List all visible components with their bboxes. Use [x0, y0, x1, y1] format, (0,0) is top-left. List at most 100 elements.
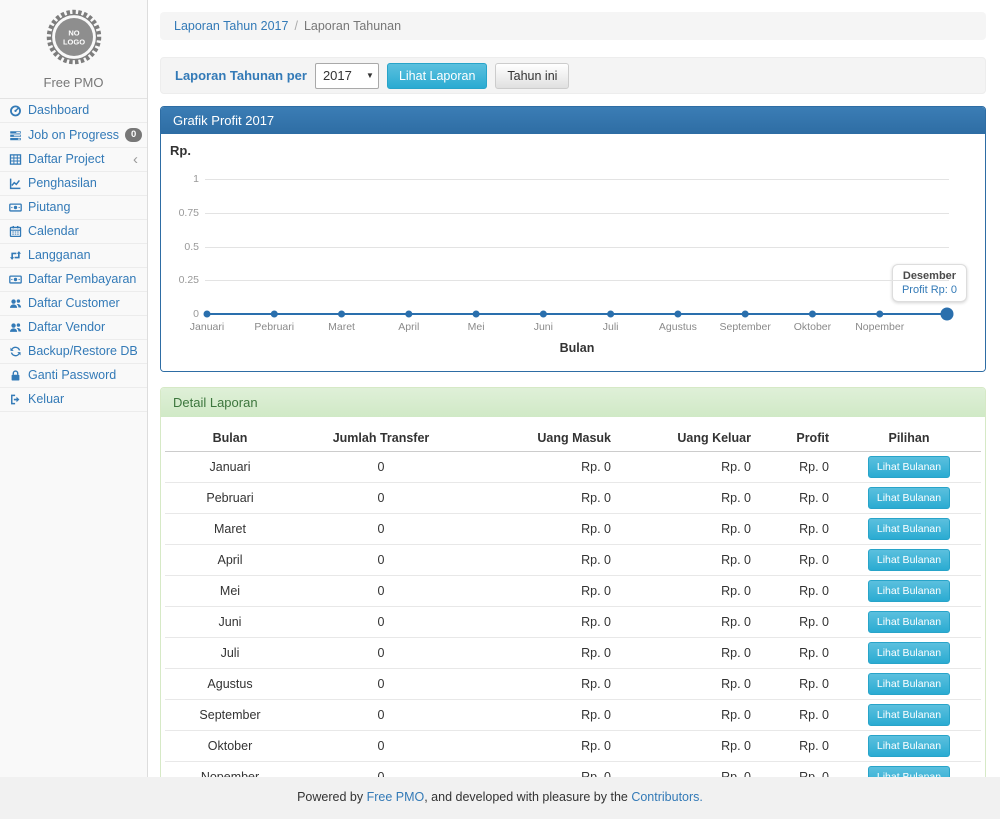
cell-uang-keluar: Rp. 0 [619, 700, 759, 731]
sidebar-item-keluar[interactable]: Keluar [0, 388, 147, 412]
table-row: Juli 0 Rp. 0 Rp. 0 Rp. 0 Lihat Bulanan [165, 638, 981, 669]
chart-panel-title: Grafik Profit 2017 [161, 107, 985, 134]
sidebar-item-label: Langganan [28, 249, 91, 262]
data-point [405, 311, 412, 318]
sidebar-item-job-on-progress[interactable]: Job on Progress 0 [0, 123, 147, 148]
logo-text-line2: LOGO [62, 38, 84, 47]
cell-bulan: Mei [165, 576, 295, 607]
breadcrumb-separator: / [294, 19, 297, 33]
year-select[interactable]: 2017 [315, 63, 379, 89]
data-point [742, 311, 749, 318]
sidebar-item-penghasilan[interactable]: Penghasilan [0, 172, 147, 196]
cell-jumlah-transfer: 0 [295, 483, 467, 514]
tahun-ini-button[interactable]: Tahun ini [495, 63, 569, 89]
lihat-bulanan-button[interactable]: Lihat Bulanan [868, 704, 950, 726]
monthly-report-table: Bulan Jumlah Transfer Uang Masuk Uang Ke… [165, 425, 981, 777]
lihat-bulanan-button[interactable]: Lihat Bulanan [868, 518, 950, 540]
footer-link-free-pmo[interactable]: Free PMO [367, 790, 425, 804]
table-row: Agustus 0 Rp. 0 Rp. 0 Rp. 0 Lihat Bulana… [165, 669, 981, 700]
cell-profit: Rp. 0 [759, 452, 837, 483]
footer-text-before: Powered by [297, 790, 366, 804]
sidebar-item-daftar-vendor[interactable]: Daftar Vendor [0, 316, 147, 340]
cell-jumlah-transfer: 0 [295, 607, 467, 638]
brand-name: Free PMO [0, 75, 147, 90]
sidebar-item-label: Piutang [28, 201, 70, 214]
cell-bulan: September [165, 700, 295, 731]
no-logo-image: NO LOGO [45, 8, 103, 66]
sidebar-item-piutang[interactable]: Piutang [0, 196, 147, 220]
sidebar-item-backup-restore-db[interactable]: Backup/Restore DB [0, 340, 147, 364]
sidebar-item-ganti-password[interactable]: Ganti Password [0, 364, 147, 388]
calendar-icon [9, 225, 22, 238]
cell-uang-keluar: Rp. 0 [619, 638, 759, 669]
data-point [607, 311, 614, 318]
lihat-bulanan-button[interactable]: Lihat Bulanan [868, 456, 950, 478]
year-select-wrap: 2017 ▼ [315, 63, 379, 89]
sidebar-item-label: Job on Progress [28, 129, 119, 142]
lihat-bulanan-button[interactable]: Lihat Bulanan [868, 549, 950, 571]
table-row: September 0 Rp. 0 Rp. 0 Rp. 0 Lihat Bula… [165, 700, 981, 731]
cell-profit: Rp. 0 [759, 638, 837, 669]
money-icon [9, 273, 22, 286]
detail-laporan-panel: Detail Laporan Bulan Jumlah Transfer Uan… [160, 387, 986, 777]
cell-uang-keluar: Rp. 0 [619, 576, 759, 607]
sidebar-item-label: Backup/Restore DB [28, 345, 138, 358]
sidebar-item-label: Daftar Customer [28, 297, 120, 310]
sidebar-item-daftar-customer[interactable]: Daftar Customer [0, 292, 147, 316]
lihat-bulanan-button[interactable]: Lihat Bulanan [868, 580, 950, 602]
sidebar-item-label: Daftar Pembayaran [28, 273, 136, 286]
logo-text-line1: NO [68, 29, 79, 38]
lihat-bulanan-button[interactable]: Lihat Bulanan [868, 673, 950, 695]
cell-profit: Rp. 0 [759, 731, 837, 762]
footer-link-contributors[interactable]: Contributors. [631, 790, 703, 804]
cell-uang-masuk: Rp. 0 [467, 669, 619, 700]
refresh-icon [9, 345, 22, 358]
data-point [674, 311, 681, 318]
tasks-icon [9, 129, 22, 142]
users-icon [9, 321, 22, 334]
cell-uang-masuk: Rp. 0 [467, 762, 619, 778]
profit-chart-panel: Grafik Profit 2017 Rp. Bulan Desember Pr… [160, 106, 986, 372]
breadcrumb-link-laporan-tahun[interactable]: Laporan Tahun 2017 [174, 19, 288, 33]
sidebar-item-calendar[interactable]: Calendar [0, 220, 147, 244]
money-icon [9, 201, 22, 214]
data-point [809, 311, 816, 318]
sidebar-item-dashboard[interactable]: Dashboard [0, 99, 147, 123]
cell-uang-keluar: Rp. 0 [619, 514, 759, 545]
retweet-icon [9, 249, 22, 262]
lihat-bulanan-button[interactable]: Lihat Bulanan [868, 766, 950, 777]
table-row: Mei 0 Rp. 0 Rp. 0 Rp. 0 Lihat Bulanan [165, 576, 981, 607]
sidebar-item-label: Keluar [28, 393, 64, 406]
table-row: Januari 0 Rp. 0 Rp. 0 Rp. 0 Lihat Bulana… [165, 452, 981, 483]
table-row: Oktober 0 Rp. 0 Rp. 0 Rp. 0 Lihat Bulana… [165, 731, 981, 762]
cell-uang-keluar: Rp. 0 [619, 669, 759, 700]
sidebar-item-daftar-pembayaran[interactable]: Daftar Pembayaran [0, 268, 147, 292]
sidebar-item-langganan[interactable]: Langganan [0, 244, 147, 268]
cell-uang-masuk: Rp. 0 [467, 638, 619, 669]
lihat-laporan-button[interactable]: Lihat Laporan [387, 63, 487, 89]
detail-panel-body: Bulan Jumlah Transfer Uang Masuk Uang Ke… [161, 417, 985, 777]
report-filter-panel: Laporan Tahunan per 2017 ▼ Lihat Laporan… [160, 57, 986, 94]
cell-bulan: Nopember [165, 762, 295, 778]
data-point [271, 311, 278, 318]
cell-profit: Rp. 0 [759, 762, 837, 778]
profit-line-chart: Rp. Bulan Desember Profit Rp: 0 00.250.5… [161, 134, 985, 371]
lihat-bulanan-button[interactable]: Lihat Bulanan [868, 735, 950, 757]
lock-icon [9, 369, 22, 382]
sidebar-item-daftar-project[interactable]: Daftar Project ‹ [0, 148, 147, 172]
cell-bulan: Agustus [165, 669, 295, 700]
cell-jumlah-transfer: 0 [295, 545, 467, 576]
sidebar-item-label: Dashboard [28, 104, 89, 117]
detail-panel-title: Detail Laporan [161, 388, 985, 417]
table-row: Juni 0 Rp. 0 Rp. 0 Rp. 0 Lihat Bulanan [165, 607, 981, 638]
lihat-bulanan-button[interactable]: Lihat Bulanan [868, 642, 950, 664]
table-row: Maret 0 Rp. 0 Rp. 0 Rp. 0 Lihat Bulanan [165, 514, 981, 545]
lihat-bulanan-button[interactable]: Lihat Bulanan [868, 487, 950, 509]
dashboard-icon [9, 104, 22, 117]
breadcrumb-current: Laporan Tahunan [304, 19, 401, 33]
breadcrumb: Laporan Tahun 2017 / Laporan Tahunan [160, 12, 986, 40]
cell-uang-keluar: Rp. 0 [619, 545, 759, 576]
cell-profit: Rp. 0 [759, 607, 837, 638]
cell-uang-masuk: Rp. 0 [467, 700, 619, 731]
lihat-bulanan-button[interactable]: Lihat Bulanan [868, 611, 950, 633]
